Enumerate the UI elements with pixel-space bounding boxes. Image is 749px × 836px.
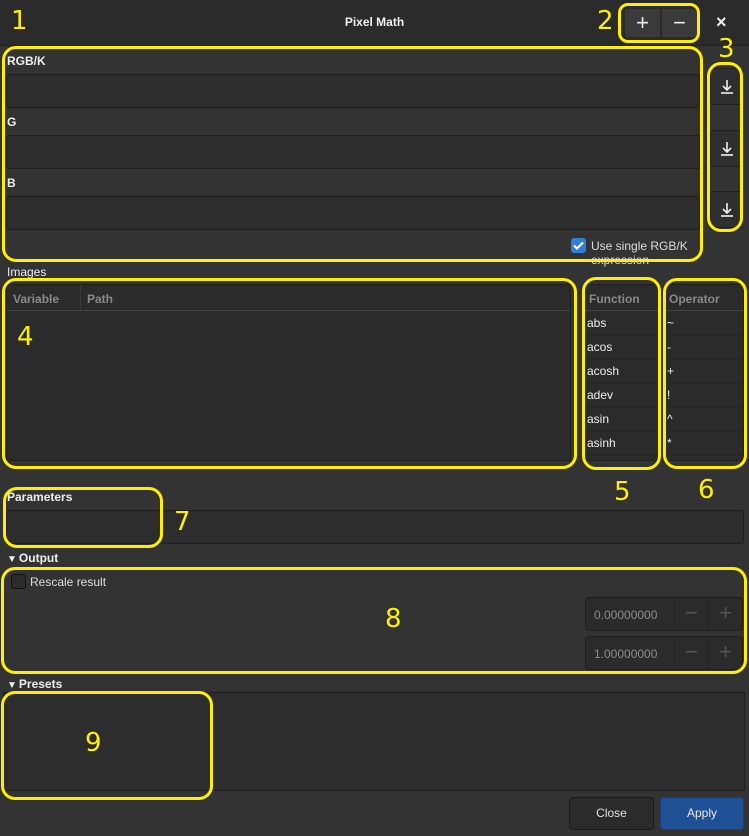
annotation-label: 4 bbox=[17, 322, 34, 352]
rescale-max-value[interactable]: 1.00000000 bbox=[594, 647, 657, 661]
increment-button[interactable]: + bbox=[708, 598, 742, 630]
operator-item[interactable]: * bbox=[665, 432, 743, 456]
function-item[interactable]: asin bbox=[585, 408, 658, 432]
parameters-label: Parameters bbox=[7, 490, 73, 504]
annotation-label: 9 bbox=[85, 728, 102, 758]
download-icon bbox=[720, 203, 733, 217]
function-list[interactable]: Function abs acos acosh adev asin asinh bbox=[584, 284, 659, 461]
operator-item[interactable]: ! bbox=[665, 384, 743, 408]
checkmark-icon bbox=[573, 241, 584, 251]
close-button[interactable]: Close bbox=[569, 797, 654, 830]
g-expression-field[interactable] bbox=[6, 135, 700, 169]
b-expression-field[interactable] bbox=[6, 196, 700, 230]
insert-g-button[interactable] bbox=[710, 130, 743, 167]
rescale-result-label: Rescale result bbox=[30, 575, 107, 589]
function-item[interactable]: acos bbox=[585, 336, 658, 360]
download-icon bbox=[720, 142, 733, 156]
output-section-label: Output bbox=[18, 551, 59, 565]
increment-button[interactable]: + bbox=[708, 637, 742, 669]
apply-button[interactable]: Apply bbox=[660, 797, 744, 830]
rescale-result-checkbox[interactable] bbox=[11, 574, 26, 589]
annotation-label: 6 bbox=[698, 475, 715, 505]
function-header: Function bbox=[589, 292, 640, 306]
close-window-icon[interactable]: × bbox=[716, 12, 727, 33]
operator-item[interactable]: - bbox=[665, 336, 743, 360]
operator-item[interactable]: ~ bbox=[665, 312, 743, 336]
presets-section-label: Presets bbox=[18, 677, 63, 691]
g-label: G bbox=[7, 115, 17, 129]
presets-area[interactable] bbox=[3, 692, 745, 791]
annotation-label: 5 bbox=[614, 477, 631, 507]
use-single-expression-checkbox[interactable] bbox=[571, 238, 586, 253]
insert-b-button[interactable] bbox=[710, 191, 743, 228]
header-divider bbox=[585, 310, 658, 311]
header-divider bbox=[7, 310, 570, 311]
caret-down-icon: ▼ bbox=[7, 680, 17, 691]
caret-down-icon: ▼ bbox=[7, 554, 17, 565]
annotation-label: 1 bbox=[11, 6, 28, 36]
presets-section-toggle[interactable]: ▼ Presets bbox=[7, 677, 62, 691]
annotation-label: 8 bbox=[385, 604, 402, 634]
download-icon bbox=[720, 80, 733, 94]
rgbk-expression-field[interactable] bbox=[6, 74, 700, 108]
remove-expression-button[interactable]: − bbox=[661, 8, 698, 38]
function-item[interactable]: abs bbox=[585, 312, 658, 336]
insert-rgbk-button[interactable] bbox=[710, 68, 743, 105]
header-divider bbox=[665, 310, 743, 311]
operator-item[interactable]: + bbox=[665, 360, 743, 384]
operator-list[interactable]: Operator ~ - + ! ^ * bbox=[664, 284, 744, 461]
annotation-label: 3 bbox=[718, 34, 735, 64]
decrement-button[interactable]: − bbox=[674, 598, 708, 630]
parameters-field[interactable] bbox=[6, 510, 744, 544]
annotation-label: 7 bbox=[174, 507, 191, 537]
operator-item[interactable]: ^ bbox=[665, 408, 743, 432]
b-label: B bbox=[7, 176, 16, 190]
output-section-toggle[interactable]: ▼ Output bbox=[7, 551, 58, 565]
rgbk-label: RGB/K bbox=[7, 54, 46, 68]
function-item[interactable]: acosh bbox=[585, 360, 658, 384]
decrement-button[interactable]: − bbox=[674, 637, 708, 669]
use-single-expression-label: Use single RGB/K expression bbox=[591, 239, 688, 267]
images-table[interactable]: Variable Path bbox=[6, 284, 571, 461]
rescale-min-value[interactable]: 0.00000000 bbox=[594, 608, 657, 622]
operator-header: Operator bbox=[669, 292, 720, 306]
path-column-header[interactable]: Path bbox=[87, 292, 113, 306]
images-section-label: Images bbox=[7, 265, 47, 279]
add-expression-button[interactable]: + bbox=[624, 8, 661, 38]
function-item[interactable]: asinh bbox=[585, 432, 658, 456]
annotation-label: 2 bbox=[597, 6, 614, 36]
variable-column-header[interactable]: Variable bbox=[13, 292, 59, 306]
function-item[interactable]: adev bbox=[585, 384, 658, 408]
rescale-min-spinbox[interactable]: 0.00000000 − + bbox=[585, 597, 743, 631]
column-divider bbox=[80, 285, 81, 310]
rescale-max-spinbox[interactable]: 1.00000000 − + bbox=[585, 636, 743, 670]
